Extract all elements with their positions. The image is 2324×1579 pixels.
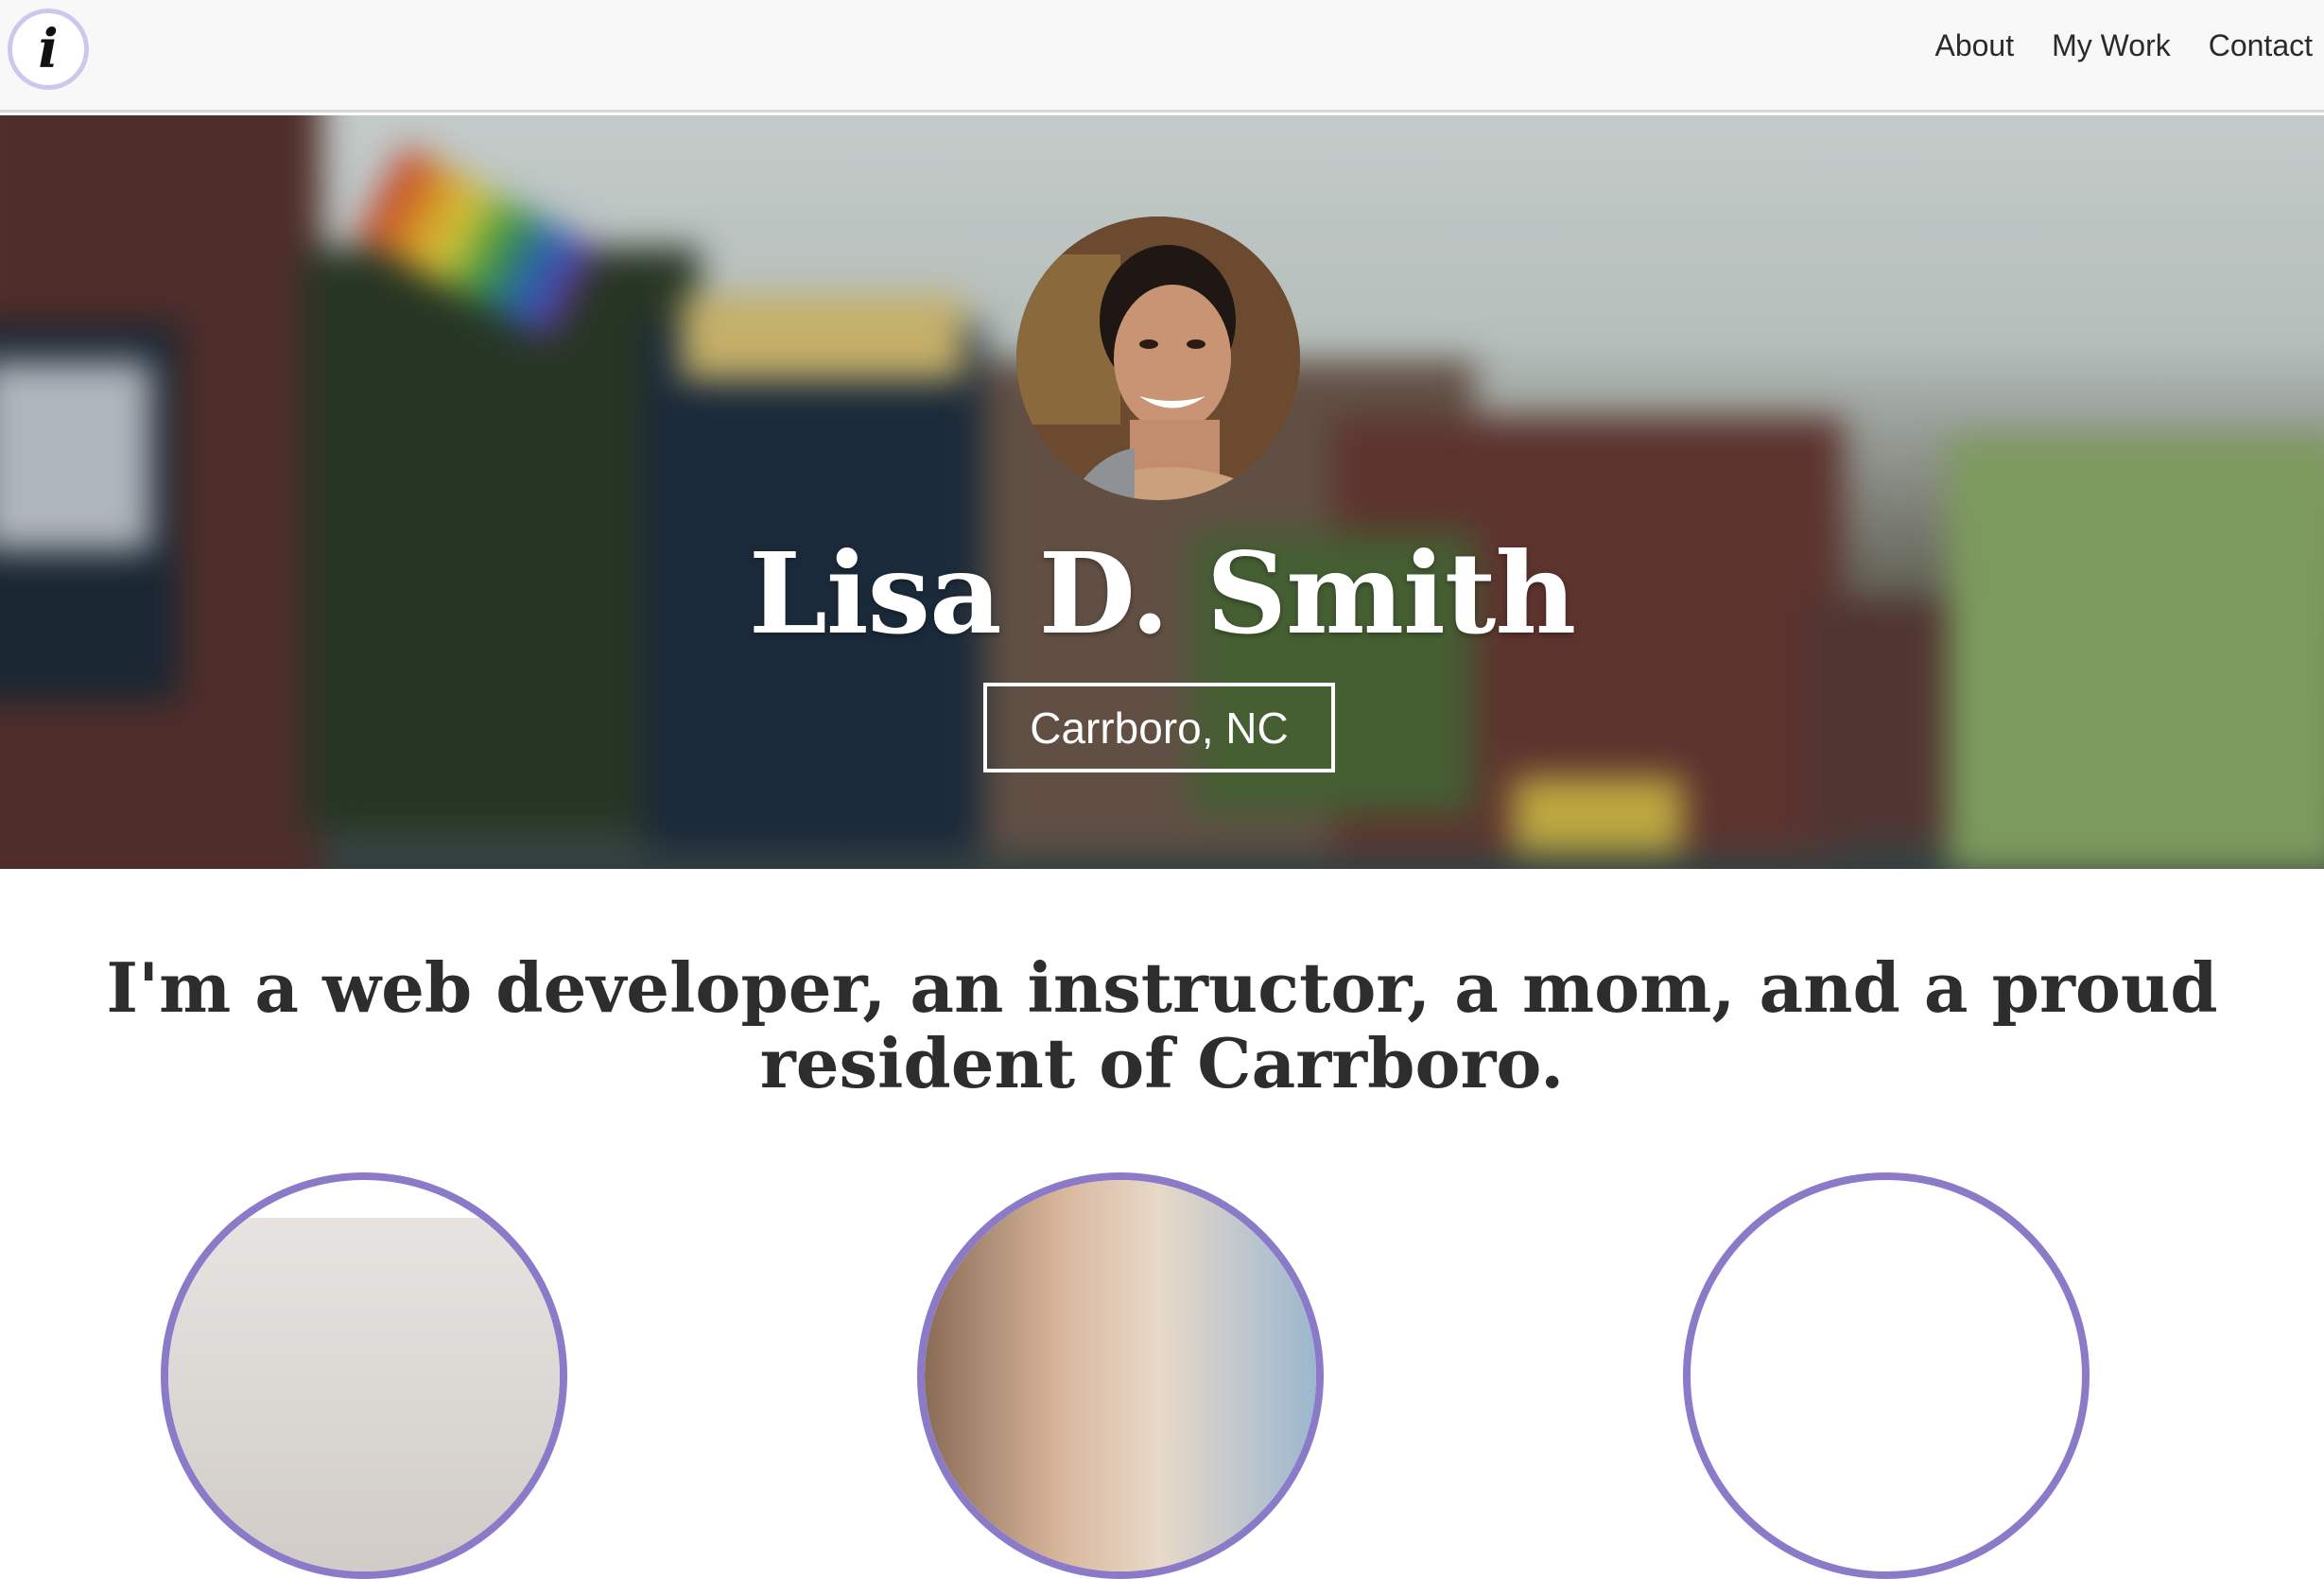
nav-links: About My Work Contact <box>1934 28 2313 63</box>
navbar: i About My Work Contact <box>0 0 2324 113</box>
intro-heading: I'm a web developer, an instructor, a mo… <box>106 947 2218 1103</box>
feature-circle-1-image <box>168 1218 560 1571</box>
feature-circle-3[interactable] <box>1683 1172 2090 1579</box>
feature-circle-2-image <box>925 1180 1316 1571</box>
hero-banner: Lisa D. Smith Carrboro, NC <box>0 115 2324 869</box>
logo-letter: i <box>38 18 59 80</box>
hero-name: Lisa D. Smith <box>748 528 1576 659</box>
location-badge: Carrboro, NC <box>983 683 1335 772</box>
feature-circle-1[interactable] <box>161 1172 567 1579</box>
profile-photo <box>1016 217 1300 500</box>
nav-link-contact[interactable]: Contact <box>2209 28 2313 63</box>
profile-portrait-icon <box>1016 217 1300 500</box>
info-logo-icon[interactable]: i <box>8 9 89 90</box>
feature-circle-2[interactable] <box>917 1172 1324 1579</box>
nav-link-about[interactable]: About <box>1934 28 2014 63</box>
nav-link-my-work[interactable]: My Work <box>2052 28 2171 63</box>
